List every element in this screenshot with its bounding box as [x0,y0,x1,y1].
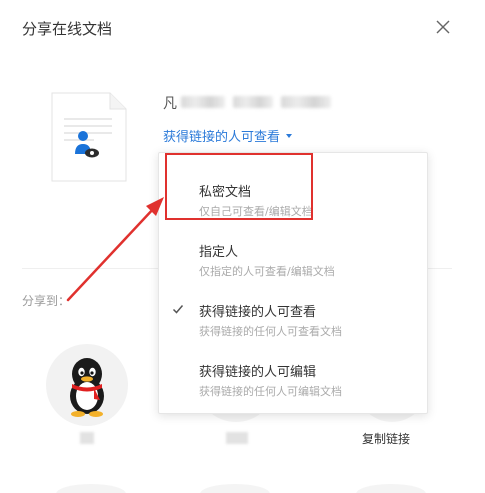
document-name: 凡 [163,96,331,112]
share-dialog: 分享在线文档 凡 获得链接的人可查看 分享到： 复制链接 私密文档 仅自己可查看… [0,0,485,493]
option-subtitle: 获得链接的任何人可查看文档 [199,325,342,338]
share-target-button[interactable] [356,484,426,493]
option-link-can-edit[interactable]: 获得链接的人可编辑 获得链接的任何人可编辑文档 [159,341,427,401]
document-name-text: 凡 [163,96,177,112]
share-target-button[interactable] [200,484,270,493]
dialog-title: 分享在线文档 [22,20,113,38]
option-title: 获得链接的人可编辑 [199,365,317,380]
permission-dropdown-trigger[interactable]: 获得链接的人可查看 [163,126,293,145]
share-target-button[interactable] [56,484,126,493]
caret-down-icon [286,133,293,138]
document-name-redacted [181,96,225,108]
option-specified-people[interactable]: 指定人 仅指定的人可查看/编辑文档 [159,221,427,281]
annotation-highlight-box [165,153,313,220]
permission-label: 获得链接的人可查看 [163,130,281,145]
option-title: 指定人 [199,245,239,260]
share-to-label: 分享到： [22,294,71,308]
option-title: 获得链接的人可查看 [199,305,317,320]
share-target-label-redacted [226,432,248,444]
document-name-redacted [281,96,331,108]
share-qq-label-redacted [80,432,94,444]
option-subtitle: 仅指定的人可查看/编辑文档 [199,265,335,278]
document-name-redacted [233,96,273,108]
document-thumbnail-icon [51,92,127,182]
copy-link-label: 复制链接 [362,432,411,446]
close-icon[interactable] [432,16,454,38]
share-qq-button[interactable] [46,344,128,426]
option-subtitle: 获得链接的任何人可编辑文档 [199,385,342,398]
check-icon [172,305,184,314]
option-link-can-view[interactable]: 获得链接的人可查看 获得链接的任何人可查看文档 [159,281,427,341]
qq-penguin-icon [70,358,104,417]
